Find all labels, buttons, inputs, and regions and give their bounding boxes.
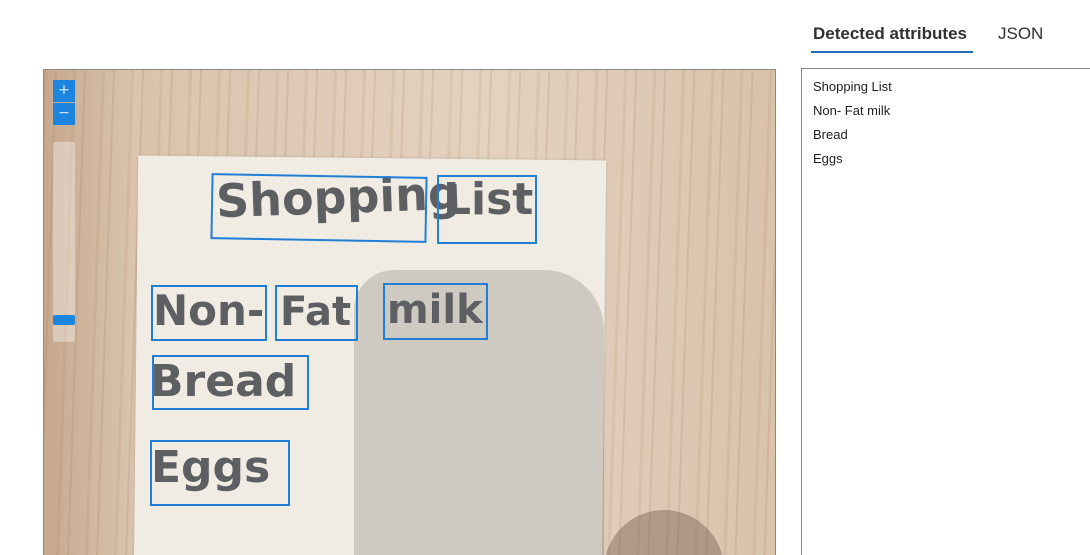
zoom-out-button[interactable]: −: [53, 103, 75, 125]
app-page: Shopping List Non- Fat milk Bread Eggs +…: [0, 0, 1090, 555]
tab-detected-attributes[interactable]: Detected attributes: [813, 24, 967, 44]
detection-box-shopping[interactable]: [210, 173, 428, 243]
tab-json[interactable]: JSON: [998, 24, 1043, 44]
active-tab-indicator: [811, 51, 973, 53]
detection-box-eggs[interactable]: [150, 440, 290, 506]
detection-box-list[interactable]: [437, 175, 537, 244]
attribute-item: Eggs: [813, 151, 843, 166]
detection-box-fat[interactable]: [275, 285, 358, 341]
detection-box-milk[interactable]: [383, 283, 488, 340]
attribute-item: Shopping List: [813, 79, 892, 94]
zoom-slider-track[interactable]: [53, 142, 75, 342]
image-viewer[interactable]: Shopping List Non- Fat milk Bread Eggs +…: [43, 69, 776, 555]
zoom-slider-thumb[interactable]: [53, 315, 75, 325]
detection-box-bread[interactable]: [152, 355, 309, 410]
attribute-item: Non- Fat milk: [813, 103, 891, 118]
detected-attributes-panel: Shopping List Non- Fat milk Bread Eggs: [801, 68, 1090, 555]
attribute-item: Bread: [813, 127, 848, 142]
detection-box-non[interactable]: [151, 285, 267, 341]
zoom-in-button[interactable]: +: [53, 80, 75, 102]
